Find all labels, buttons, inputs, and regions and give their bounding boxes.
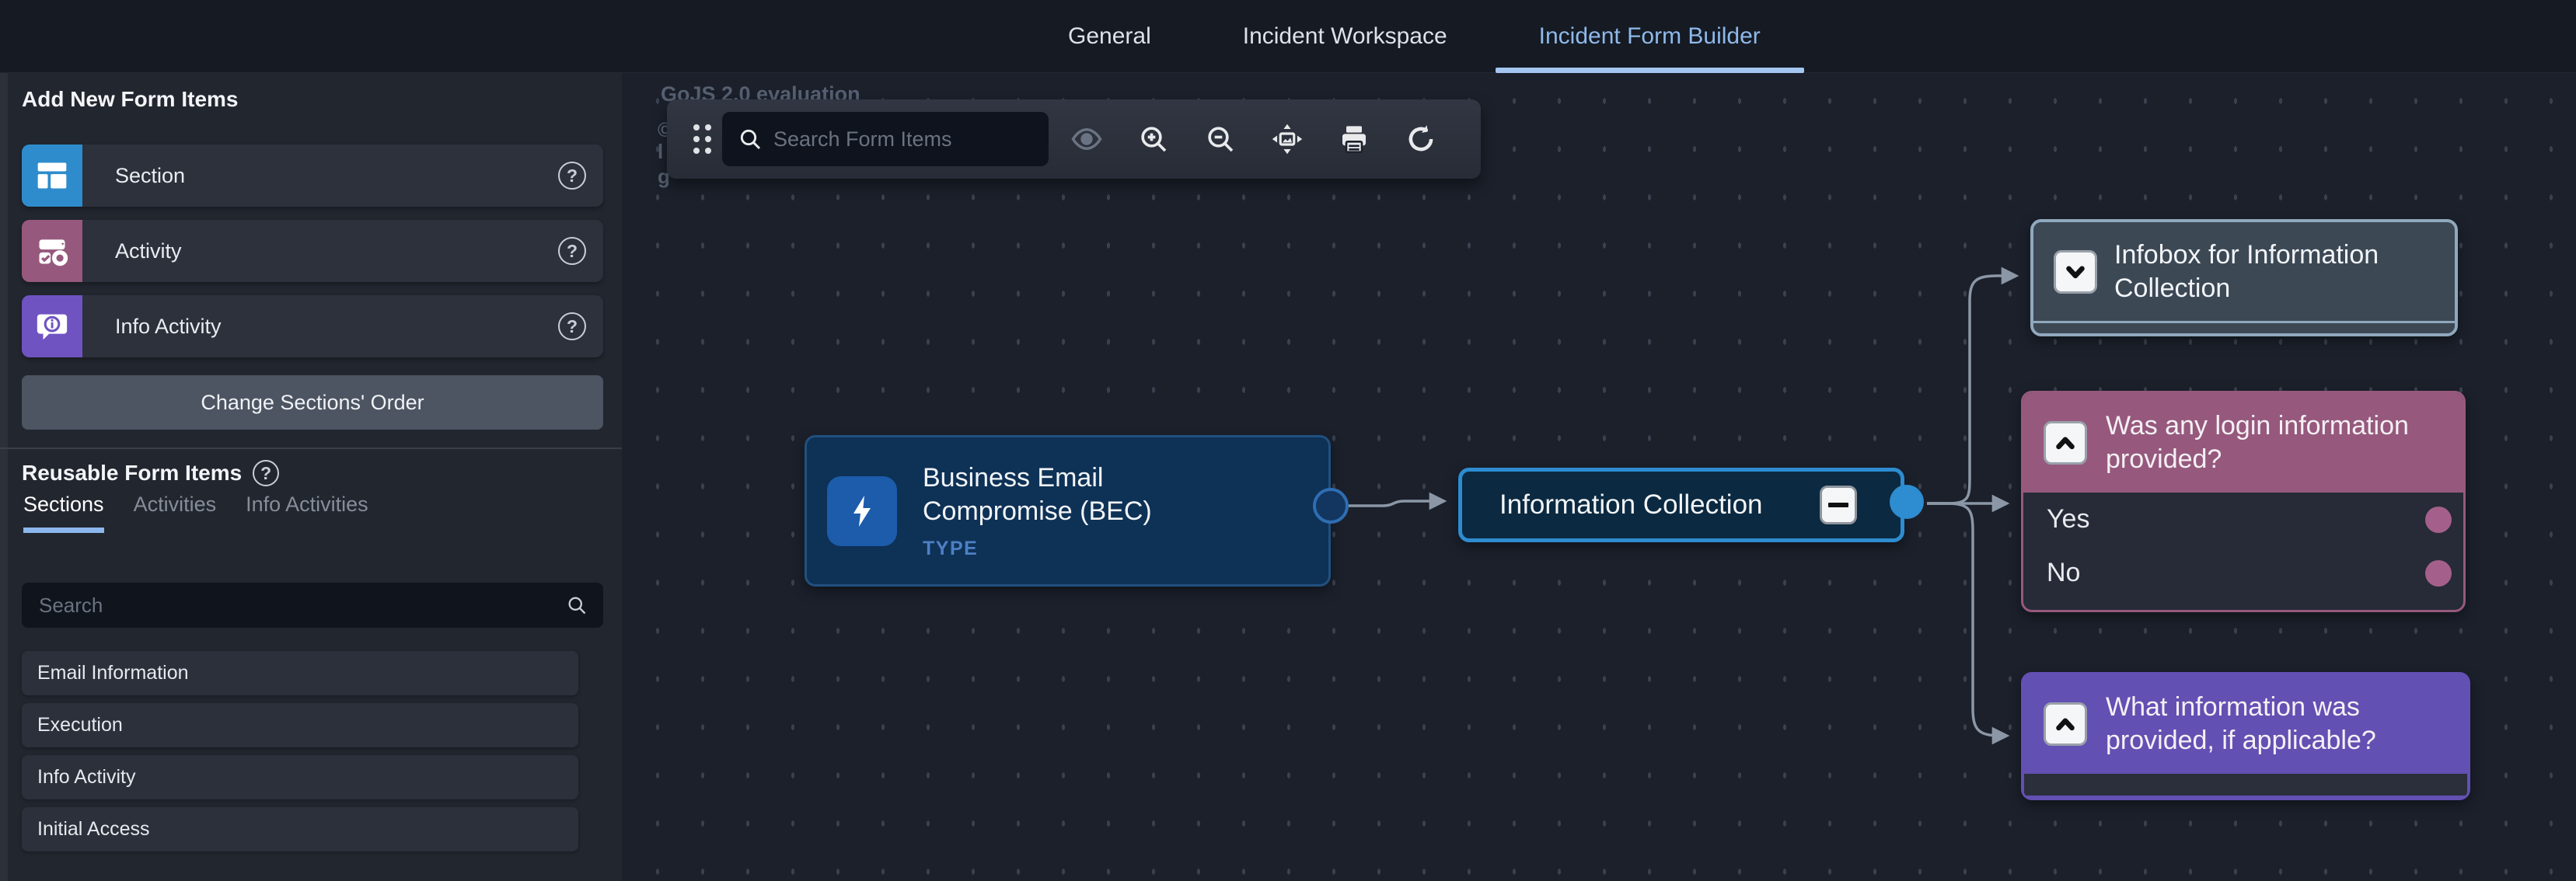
canvas-search	[722, 112, 1049, 166]
add-info-activity-button[interactable]: Info Activity ?	[22, 295, 603, 357]
list-item-initial-access[interactable]: Initial Access	[22, 807, 578, 851]
change-sections-order-button[interactable]: Change Sections' Order	[22, 375, 603, 430]
canvas-search-input[interactable]	[763, 127, 1061, 151]
print-icon[interactable]	[1336, 121, 1372, 157]
info-activity-help-icon[interactable]: ?	[558, 312, 586, 340]
zoom-out-icon[interactable]	[1202, 121, 1238, 157]
zoom-in-icon[interactable]	[1136, 121, 1171, 157]
form-builder-canvas[interactable]: GoJS 2.0 evaluation © l g	[622, 73, 2576, 881]
link-layer	[622, 73, 2576, 881]
main-tabs: General Incident Workspace Incident Form…	[1024, 0, 1804, 73]
toolbar-buttons	[1069, 121, 1439, 157]
link-bec-to-information-collection[interactable]	[1349, 501, 1444, 506]
top-bar: General Incident Workspace Incident Form…	[0, 0, 2576, 73]
add-section-button[interactable]: Section ?	[22, 145, 603, 207]
sidebar-search-input[interactable]	[22, 594, 566, 618]
info-bubble-icon	[22, 295, 82, 357]
activity-checklist-icon	[22, 220, 82, 282]
link-information-collection-to-question2[interactable]	[1927, 503, 2007, 736]
add-new-form-items-title: Add New Form Items	[22, 87, 238, 112]
tab-incident-workspace[interactable]: Incident Workspace	[1199, 0, 1491, 73]
tab-activities[interactable]: Activities	[134, 493, 217, 533]
sidebar-divider	[0, 447, 622, 449]
list-item-execution[interactable]: Execution	[22, 703, 578, 747]
eye-icon[interactable]	[1069, 121, 1105, 157]
activity-help-icon[interactable]: ?	[558, 237, 586, 265]
tab-general[interactable]: General	[1024, 0, 1195, 73]
canvas-toolbar	[667, 99, 1481, 179]
list-item-info-activity[interactable]: Info Activity	[22, 755, 578, 799]
add-item-label: Info Activity	[115, 315, 558, 339]
link-information-collection-to-infobox[interactable]	[1927, 276, 2016, 503]
refresh-icon[interactable]	[1403, 121, 1439, 157]
sidebar-scrollbar[interactable]	[0, 73, 8, 881]
toolbar-drag-handle-icon[interactable]	[693, 124, 711, 154]
form-items-sidebar: Add New Form Items Section ? Activity ?	[0, 73, 622, 881]
add-item-label: Activity	[115, 239, 558, 263]
section-help-icon[interactable]: ?	[558, 162, 586, 190]
add-item-label: Section	[115, 164, 558, 188]
search-icon	[738, 127, 763, 151]
reusable-tabs: Sections Activities Info Activities	[23, 493, 368, 533]
tab-incident-form-builder[interactable]: Incident Form Builder	[1496, 0, 1804, 73]
tab-sections[interactable]: Sections	[23, 493, 104, 533]
tab-info-activities[interactable]: Info Activities	[246, 493, 368, 533]
section-layout-icon	[22, 145, 82, 207]
sidebar-search	[22, 583, 603, 628]
list-item-email-information[interactable]: Email Information	[22, 651, 578, 695]
fit-to-view-icon[interactable]	[1269, 121, 1305, 157]
reusable-form-items-title: Reusable Form Items ?	[22, 460, 279, 486]
add-activity-button[interactable]: Activity ?	[22, 220, 603, 282]
reusable-help-icon[interactable]: ?	[253, 460, 279, 486]
search-icon	[566, 594, 588, 616]
